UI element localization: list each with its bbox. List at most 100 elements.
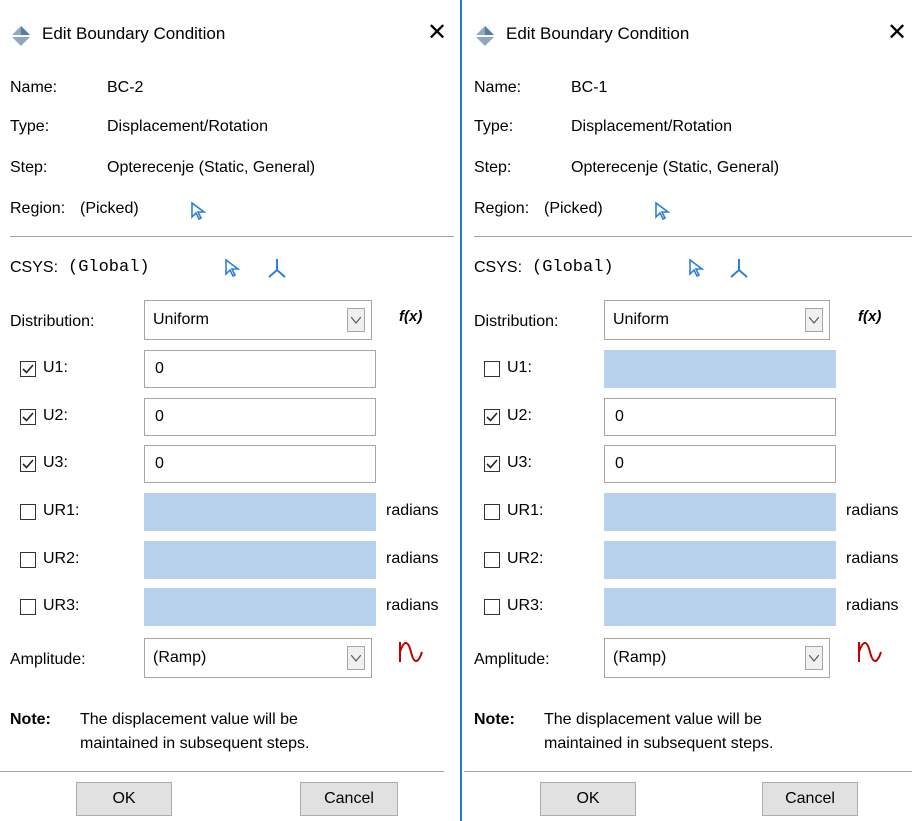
function-button[interactable]: f(x) (858, 308, 881, 325)
u2-checkbox[interactable] (20, 409, 36, 425)
region-label: Region: (474, 200, 530, 217)
ur3-unit: radians (846, 597, 899, 614)
amplitude-select[interactable]: (Ramp) (604, 638, 830, 678)
separator (10, 236, 454, 237)
u2-input[interactable]: 0 (604, 398, 836, 436)
note-line-1: The displacement value will be (544, 711, 762, 728)
ur1-checkbox[interactable] (20, 504, 36, 520)
u2-input[interactable]: 0 (144, 398, 376, 436)
ur2-input[interactable] (144, 541, 376, 579)
checkmark-icon (486, 459, 498, 469)
close-button[interactable]: ✕ (424, 20, 450, 46)
ur3-input[interactable] (604, 588, 836, 626)
amplitude-wave-icon[interactable] (398, 640, 424, 669)
abaqus-diamond-icon (10, 25, 32, 47)
ur1-label: UR1: (43, 502, 80, 519)
name-label: Name: (474, 79, 522, 96)
ur3-label: UR3: (507, 597, 544, 614)
amplitude-label: Amplitude: (10, 651, 86, 668)
title-bar[interactable]: Edit Boundary Condition ✕ (0, 0, 460, 62)
ur2-input[interactable] (604, 541, 836, 579)
ur1-unit: radians (386, 502, 439, 519)
type-value: Displacement/Rotation (107, 118, 268, 135)
note-label: Note: (10, 711, 51, 728)
step-value: Opterecenje (Static, General) (571, 159, 780, 176)
csys-label: CSYS: (474, 259, 523, 276)
u1-checkbox[interactable] (484, 361, 500, 377)
ur2-label: UR2: (507, 550, 544, 567)
pick-region-icon[interactable] (654, 201, 672, 226)
step-value: Opterecenje (Static, General) (107, 159, 316, 176)
amplitude-wave-icon[interactable] (857, 640, 883, 669)
chevron-down-icon[interactable] (347, 646, 365, 670)
region-label: Region: (10, 200, 66, 217)
chevron-down-icon[interactable] (347, 308, 365, 332)
chevron-down-icon[interactable] (805, 308, 823, 332)
amplitude-value: (Ramp) (153, 649, 207, 666)
edit-bc-dialog-right: Edit Boundary Condition ✕ Name: BC-1 Typ… (464, 0, 912, 821)
step-label: Step: (10, 159, 48, 176)
name-value: BC-2 (107, 79, 144, 96)
u2-label: U2: (43, 407, 68, 424)
type-label: Type: (474, 118, 514, 135)
note-label: Note: (474, 711, 515, 728)
csys-label: CSYS: (10, 259, 59, 276)
distribution-label: Distribution: (474, 313, 559, 330)
checkmark-icon (22, 459, 34, 469)
cancel-button[interactable]: Cancel (300, 782, 398, 816)
u3-checkbox[interactable] (484, 456, 500, 472)
amplitude-label: Amplitude: (474, 651, 550, 668)
ur1-input[interactable] (604, 493, 836, 531)
ur3-checkbox[interactable] (20, 599, 36, 615)
step-label: Step: (474, 159, 512, 176)
u2-label: U2: (507, 407, 532, 424)
u3-label: U3: (507, 454, 532, 471)
csys-value: (Global) (532, 258, 614, 277)
note-line-2: maintained in subsequent steps. (544, 735, 774, 752)
u1-label: U1: (507, 359, 532, 376)
ur3-checkbox[interactable] (484, 599, 500, 615)
edit-bc-dialog-left: Edit Boundary Condition ✕ Name: BC-2 Typ… (0, 0, 462, 821)
csys-axes-icon[interactable] (266, 257, 288, 284)
type-value: Displacement/Rotation (571, 118, 732, 135)
distribution-value: Uniform (153, 311, 210, 328)
csys-axes-icon[interactable] (728, 257, 750, 284)
pick-csys-icon[interactable] (688, 258, 706, 283)
u3-input[interactable]: 0 (604, 445, 836, 483)
dialog-title: Edit Boundary Condition (42, 24, 226, 43)
name-label: Name: (10, 79, 58, 96)
abaqus-diamond-icon (474, 25, 496, 47)
csys-value: (Global) (68, 258, 150, 277)
function-button[interactable]: f(x) (399, 308, 422, 325)
ok-button[interactable]: OK (76, 782, 172, 816)
u1-checkbox[interactable] (20, 361, 36, 377)
pick-csys-icon[interactable] (224, 258, 242, 283)
cancel-button[interactable]: Cancel (762, 782, 858, 816)
amplitude-select[interactable]: (Ramp) (144, 638, 372, 678)
dialog-title: Edit Boundary Condition (506, 24, 690, 43)
pick-region-icon[interactable] (190, 201, 208, 226)
ur1-input[interactable] (144, 493, 376, 531)
ur3-input[interactable] (144, 588, 376, 626)
region-value: (Picked) (544, 200, 603, 217)
ur2-checkbox[interactable] (20, 552, 36, 568)
u1-input[interactable]: 0 (144, 350, 376, 388)
u3-checkbox[interactable] (20, 456, 36, 472)
distribution-select[interactable]: Uniform (144, 300, 372, 340)
chevron-down-icon[interactable] (805, 646, 823, 670)
distribution-label: Distribution: (10, 313, 95, 330)
ur2-checkbox[interactable] (484, 552, 500, 568)
ok-button[interactable]: OK (540, 782, 636, 816)
ur1-label: UR1: (507, 502, 544, 519)
u3-input[interactable]: 0 (144, 445, 376, 483)
distribution-select[interactable]: Uniform (604, 300, 830, 340)
region-value: (Picked) (80, 200, 139, 217)
u1-input[interactable] (604, 350, 836, 388)
ur1-checkbox[interactable] (484, 504, 500, 520)
distribution-value: Uniform (613, 311, 670, 328)
title-bar[interactable]: Edit Boundary Condition ✕ (464, 0, 912, 62)
checkmark-icon (22, 412, 34, 422)
separator (464, 771, 912, 772)
close-button[interactable]: ✕ (884, 20, 910, 46)
u2-checkbox[interactable] (484, 409, 500, 425)
